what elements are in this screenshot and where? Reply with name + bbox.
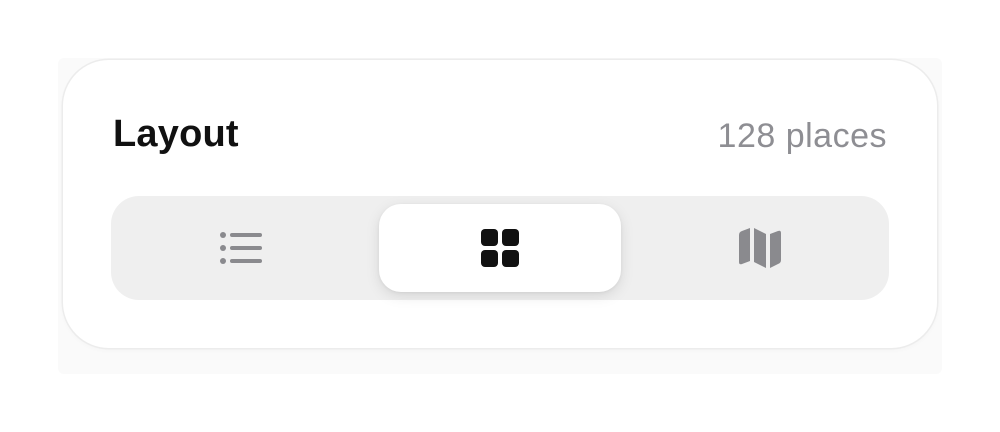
list-view-segment[interactable] xyxy=(111,196,370,300)
list-icon xyxy=(219,232,262,264)
layout-card: Layout 128 places xyxy=(63,60,937,348)
card-title: Layout xyxy=(113,113,239,155)
grid-view-segment[interactable] xyxy=(370,196,629,300)
map-view-segment[interactable] xyxy=(630,196,889,300)
map-icon xyxy=(738,228,781,268)
grid-icon xyxy=(480,229,519,267)
places-count: 128 places xyxy=(717,117,887,155)
view-segmented-control xyxy=(111,196,889,300)
